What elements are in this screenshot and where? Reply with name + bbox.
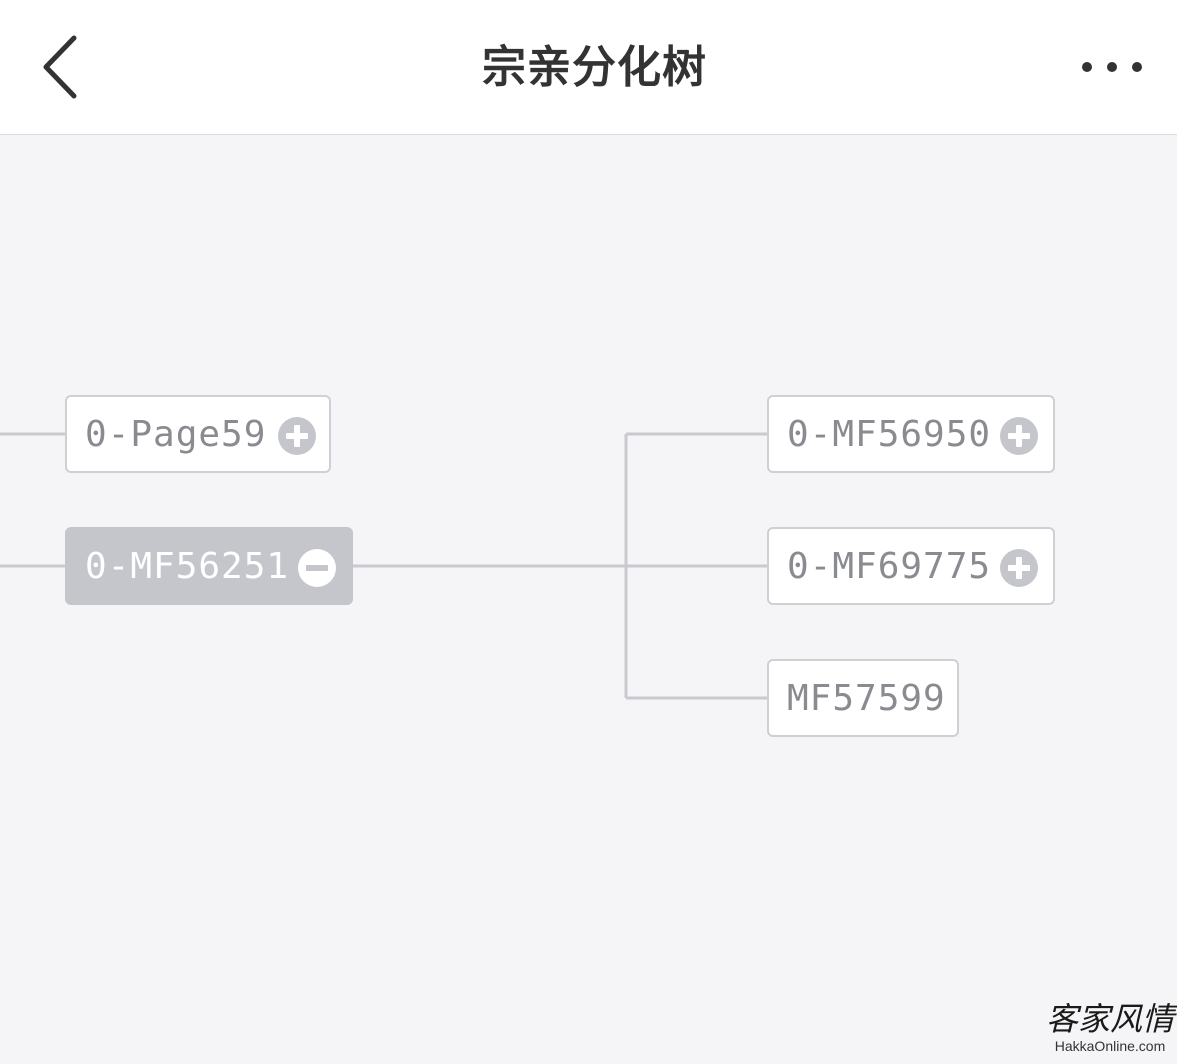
tree-node-mf57599[interactable]: MF57599: [767, 659, 959, 737]
tree-node-label: 0-MF56251: [85, 545, 290, 587]
tree-node-page59[interactable]: 0-Page59: [65, 395, 331, 473]
more-dots-icon: [1082, 62, 1142, 72]
tree-node-label: 0-MF69775: [787, 545, 992, 587]
tree-node-mf69775[interactable]: 0-MF69775: [767, 527, 1055, 605]
tree-node-label: 0-Page59: [85, 413, 267, 455]
tree-node-mf56251[interactable]: 0-MF56251: [65, 527, 353, 605]
tree-node-mf56950[interactable]: 0-MF56950: [767, 395, 1055, 473]
page-title: 宗亲分化树: [482, 42, 707, 93]
plus-circle-icon[interactable]: [277, 416, 317, 456]
top-nav-bar: 宗亲分化树: [0, 0, 1177, 135]
plus-circle-icon[interactable]: [999, 416, 1039, 456]
more-options-button[interactable]: [1070, 44, 1156, 90]
tree-node-label: 0-MF56950: [787, 413, 992, 455]
watermark-site: HakkaOnline.com: [1054, 1038, 1166, 1054]
minus-circle-icon[interactable]: [297, 548, 337, 588]
site-watermark: 客家风情 HakkaOnline.com: [1045, 1000, 1175, 1060]
plus-circle-icon[interactable]: [999, 548, 1039, 588]
tree-node-label: MF57599: [787, 677, 946, 719]
watermark-name: 客家风情: [1045, 1000, 1174, 1038]
app-screen: 宗亲分化树 0-Page59 0-MF56251 0-MF56950 0-MF6…: [0, 0, 1177, 1064]
